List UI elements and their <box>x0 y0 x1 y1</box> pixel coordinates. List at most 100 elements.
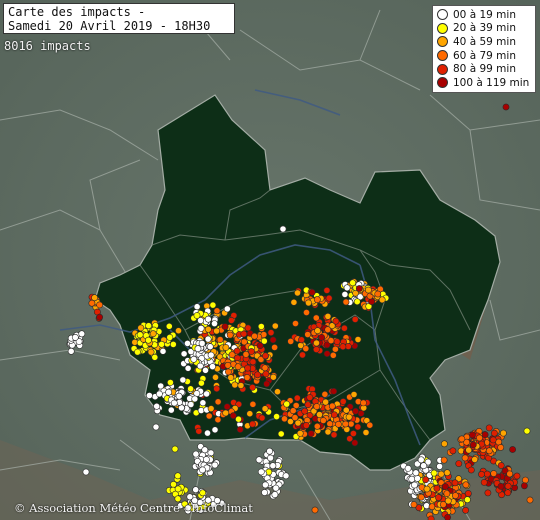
impact-dot <box>194 345 202 353</box>
impact-dot <box>462 506 469 514</box>
impact-dot <box>449 447 457 455</box>
impact-dot <box>293 394 301 402</box>
impact-dot <box>247 348 255 355</box>
impact-dot <box>353 298 361 306</box>
impact-dot <box>497 482 505 490</box>
impact-dot <box>294 289 301 297</box>
impact-dot <box>355 285 363 292</box>
impact-dot <box>213 385 221 393</box>
impact-dot <box>283 400 291 408</box>
impact-dot <box>137 324 145 332</box>
impact-dot <box>323 286 331 294</box>
impact-dot <box>312 346 320 353</box>
impact-dot <box>263 380 271 388</box>
impact-dot <box>269 373 277 381</box>
impact-dot <box>413 474 421 482</box>
impact-dot <box>330 411 338 419</box>
impact-dot <box>437 470 445 478</box>
impact-dot <box>331 345 339 353</box>
impact-dot <box>526 496 534 504</box>
impact-dot <box>318 333 325 341</box>
impact-dot <box>422 476 430 484</box>
impact-dot <box>410 501 418 508</box>
legend-item: 20 à 39 min <box>437 22 531 36</box>
impact-dot <box>332 317 340 325</box>
impact-dot <box>313 339 320 347</box>
impact-dot <box>211 320 218 327</box>
impact-dot <box>345 413 353 421</box>
impact-dot <box>206 343 214 351</box>
legend-swatch <box>437 77 448 89</box>
impact-dot <box>179 376 187 384</box>
impact-dot <box>261 405 269 413</box>
impact-dot <box>261 489 268 496</box>
impact-dot <box>354 336 362 343</box>
impact-dot <box>214 416 222 424</box>
impact-dot <box>192 486 200 494</box>
impact-dot <box>197 317 204 324</box>
legend-item: 60 à 79 min <box>437 49 531 63</box>
legend-swatch <box>437 9 448 21</box>
impact-dot <box>204 325 212 333</box>
impact-dot <box>499 429 507 437</box>
impact-dot <box>451 479 459 487</box>
impact-dot <box>411 481 418 489</box>
impact-dot <box>224 368 232 376</box>
impact-dot <box>204 429 211 437</box>
impact-dot <box>213 327 220 335</box>
impact-dot <box>145 392 153 399</box>
legend-label: 100 à 119 min <box>453 76 530 89</box>
impact-dot <box>464 490 472 497</box>
impact-dot <box>463 496 471 504</box>
impact-dot <box>423 485 431 493</box>
impact-dot <box>237 382 245 389</box>
impact-dot <box>311 506 319 514</box>
impact-dot <box>204 335 212 343</box>
impact-dot <box>199 399 207 407</box>
legend-label: 40 à 59 min <box>453 35 516 48</box>
impact-dot <box>335 420 342 428</box>
impact-dot <box>319 417 327 424</box>
impact-dot <box>302 421 310 429</box>
impact-dot <box>483 470 491 478</box>
impact-dot <box>211 461 219 469</box>
impact-dot <box>444 497 452 505</box>
lightning-map: Carte des impacts - Samedi 20 Avril 2019… <box>0 0 540 520</box>
impact-dot <box>306 394 314 401</box>
impact-dot <box>261 481 269 489</box>
impact-dot <box>147 348 155 356</box>
impact-dot <box>224 361 232 369</box>
impact-dot <box>341 290 349 298</box>
impact-dot <box>324 312 332 320</box>
impact-dot <box>240 330 248 338</box>
impact-dot <box>261 364 269 372</box>
impact-dot <box>290 298 298 306</box>
impact-dot <box>277 430 285 438</box>
impact-dot <box>216 336 224 343</box>
impact-dot <box>67 347 75 355</box>
impact-dot <box>513 472 521 480</box>
impact-dot <box>436 462 443 470</box>
impact-dot <box>214 398 222 406</box>
legend-swatch <box>437 36 448 48</box>
impact-dot <box>175 327 182 335</box>
impact-dot <box>171 445 179 453</box>
impact-dot <box>158 340 165 348</box>
impact-dot <box>509 446 516 453</box>
impact-dot <box>180 350 188 358</box>
impact-dot <box>302 345 310 352</box>
impact-dot <box>342 420 349 428</box>
impact-dot <box>354 423 362 431</box>
impact-dot <box>294 419 302 427</box>
impact-dot <box>305 299 312 307</box>
impact-dot <box>521 482 528 490</box>
legend-swatch <box>437 63 448 75</box>
impact-dot <box>209 301 217 309</box>
impact-dot <box>197 324 205 332</box>
impact-dot <box>202 456 210 463</box>
impact-dot <box>324 428 332 436</box>
impact-dot <box>433 484 441 492</box>
impact-dot <box>339 343 347 351</box>
impact-dot <box>213 307 221 315</box>
impact-dot <box>489 436 497 444</box>
